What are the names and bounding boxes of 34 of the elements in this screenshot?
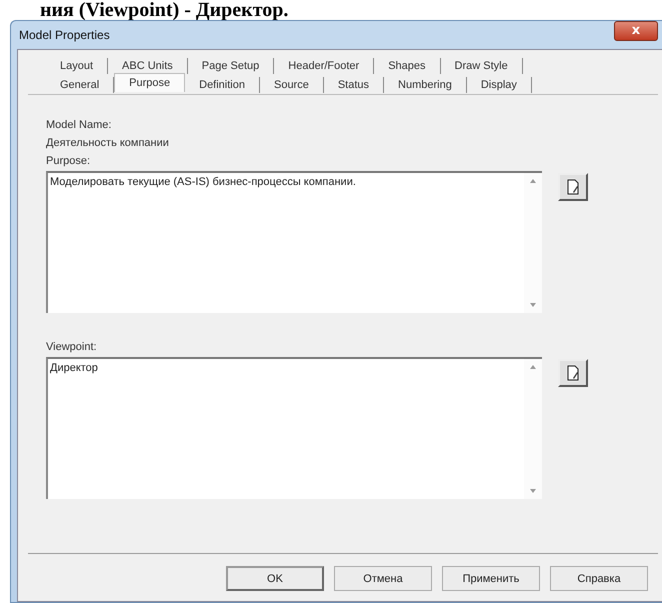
tab[interactable]: Status (324, 76, 384, 92)
tab[interactable]: Page Setup (188, 58, 274, 74)
edit-button[interactable] (558, 173, 588, 201)
scroll-down-icon[interactable] (530, 303, 536, 307)
tab[interactable]: Shapes (374, 58, 441, 74)
tab[interactable]: Source (260, 76, 324, 92)
dialog-button[interactable]: Отмена (334, 566, 432, 591)
field-label: Viewpoint: (46, 341, 98, 353)
tab[interactable]: Numbering (384, 76, 467, 92)
document-caption: ния (Viewpoint) - Директор. (39, 0, 290, 20)
text-area[interactable]: Директор (46, 357, 542, 499)
dialog-button[interactable]: Применить (442, 566, 540, 591)
field-label: Model Name: (46, 119, 112, 131)
edit-button[interactable] (558, 359, 588, 387)
tab[interactable]: Draw Style (440, 58, 523, 74)
close-button[interactable]: x (614, 21, 658, 41)
dialog-button[interactable]: Справка (550, 566, 648, 591)
tab[interactable]: Layout (46, 58, 108, 74)
field-label: Purpose: (46, 155, 92, 167)
scroll-bar[interactable] (524, 359, 542, 499)
window-title: Model Properties (19, 28, 110, 42)
scroll-down-icon[interactable] (530, 489, 536, 493)
model-name-value: Деятельность компании (46, 137, 170, 149)
tab[interactable]: Header/Footer (274, 58, 374, 74)
scroll-up-icon[interactable] (530, 365, 536, 369)
document-icon (565, 179, 581, 195)
scroll-bar[interactable] (524, 173, 542, 313)
document-icon (565, 365, 581, 381)
tab[interactable]: Purpose (114, 73, 186, 92)
tab[interactable]: Display (466, 76, 532, 92)
tab[interactable]: Definition (185, 76, 260, 92)
dialog-button[interactable]: OK (226, 566, 324, 591)
scroll-up-icon[interactable] (530, 179, 536, 183)
text-area[interactable]: Моделировать текущие (AS-IS) бизнес-процессы компании. (46, 171, 542, 313)
